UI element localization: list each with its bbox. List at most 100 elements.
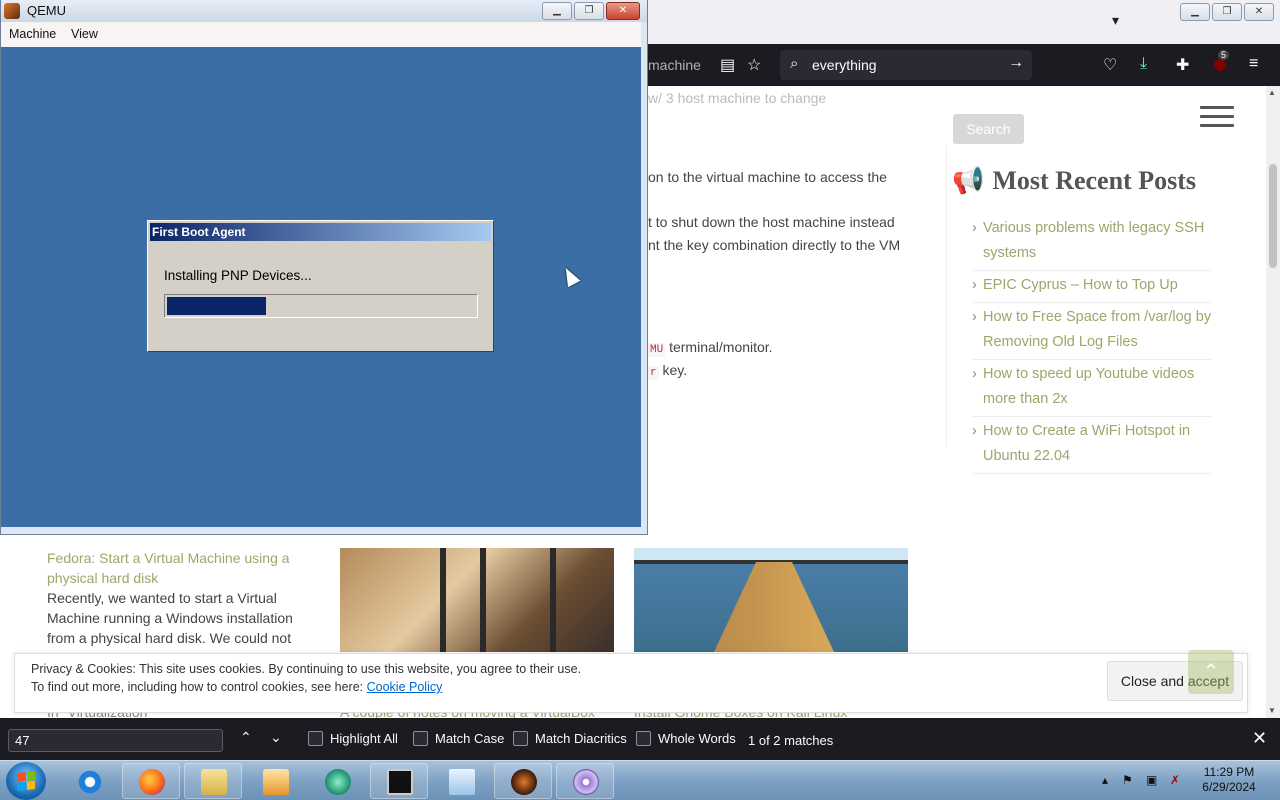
start-button[interactable]: [6, 762, 46, 800]
app-menu-icon[interactable]: ≡: [1249, 55, 1258, 73]
search-go-arrow-icon[interactable]: →: [1008, 54, 1024, 72]
taskbar: ▴ ⚑ ▣ ✗ 11:29 PM 6/29/2024: [0, 760, 1280, 800]
ublock-count-badge: 5: [1218, 50, 1230, 60]
vm-display[interactable]: First Boot Agent Installing PNP Devices.…: [1, 47, 641, 527]
recent-post-link[interactable]: Various problems with legacy SSH systems: [972, 214, 1212, 271]
related-post-excerpt: Recently, we wanted to start a Virtual M…: [47, 590, 293, 646]
volume-muted-icon[interactable]: ✗: [1170, 773, 1180, 787]
hamburger-menu-icon[interactable]: [1200, 106, 1234, 128]
page-scrollbar[interactable]: ▲ ▼: [1266, 86, 1280, 718]
inline-code: r: [648, 366, 659, 380]
match-diacritics-checkbox[interactable]: Match Diacritics: [513, 731, 627, 746]
checkbox-box[interactable]: [636, 731, 651, 746]
back-to-top-icon[interactable]: ⌃: [1188, 650, 1234, 694]
article-text: key.: [662, 362, 688, 378]
sidebar-divider: [946, 146, 947, 446]
checkbox-box[interactable]: [308, 731, 323, 746]
sidebar-search-button[interactable]: Search: [953, 114, 1024, 144]
find-status: 1 of 2 matches: [748, 733, 834, 748]
reader-view-icon[interactable]: ▤: [720, 55, 735, 75]
whole-words-checkbox[interactable]: Whole Words: [636, 731, 736, 746]
find-input[interactable]: 47: [8, 729, 223, 752]
clock-time: 11:29 PM: [1203, 765, 1255, 779]
firefox-taskbar-icon[interactable]: [122, 763, 180, 799]
cookie-policy-link[interactable]: Cookie Policy: [367, 680, 443, 694]
internet-explorer-taskbar-icon[interactable]: [60, 763, 118, 799]
notepad-taskbar-icon[interactable]: [432, 763, 490, 799]
file-explorer-taskbar-icon[interactable]: [184, 763, 242, 799]
qemu-restore-button[interactable]: ❐: [574, 2, 604, 20]
clock-date: 6/29/2024: [1202, 780, 1256, 794]
qemu-close-button[interactable]: ✕: [606, 2, 640, 20]
article-fragment: MU terminal/monitor.: [648, 339, 773, 357]
highlight-all-checkbox[interactable]: Highlight All: [308, 731, 398, 746]
qemu-window: QEMU ▁ ❐ ✕ Machine View First Boot Agent…: [0, 0, 648, 535]
restore-button[interactable]: ❐: [1212, 3, 1242, 21]
article-fragment: nt the key combination directly to the V…: [648, 237, 901, 253]
menu-view[interactable]: View: [71, 27, 98, 41]
qemu-minimize-button[interactable]: ▁: [542, 2, 572, 20]
extensions-icon[interactable]: ✚: [1176, 55, 1189, 75]
first-boot-agent-dialog: First Boot Agent Installing PNP Devices.…: [147, 220, 494, 352]
recent-post-link[interactable]: EPIC Cyprus – How to Top Up: [972, 271, 1212, 303]
url-bar[interactable]: machine: [648, 57, 701, 73]
inline-code: MU: [648, 343, 666, 357]
command-prompt-taskbar-icon[interactable]: [370, 763, 428, 799]
find-next-icon[interactable]: ⌄: [270, 729, 282, 746]
find-close-icon[interactable]: ✕: [1252, 728, 1267, 749]
tab-list-chevron-icon[interactable]: ▾: [1112, 12, 1119, 29]
recent-post-link[interactable]: How to Free Space from /var/log by Remov…: [972, 303, 1212, 360]
bookmark-star-icon[interactable]: ☆: [747, 55, 761, 75]
taskbar-clock[interactable]: 11:29 PM 6/29/2024: [1188, 765, 1270, 795]
related-post-title[interactable]: Fedora: Start a Virtual Machine using a …: [47, 548, 317, 588]
recent-post-link[interactable]: How to Create a WiFi Hotspot in Ubuntu 2…: [972, 417, 1212, 474]
qemu-menubar: Machine View: [1, 22, 641, 47]
cookie-banner: Privacy & Cookies: This site uses cookie…: [14, 653, 1248, 713]
find-previous-icon[interactable]: ⌃: [240, 729, 252, 746]
checkbox-box[interactable]: [513, 731, 528, 746]
article-text: terminal/monitor.: [669, 339, 773, 355]
scroll-down-arrow-icon[interactable]: ▼: [1268, 706, 1276, 715]
article-fragment: on to the virtual machine to access the: [648, 169, 887, 185]
pocket-icon[interactable]: ♡: [1103, 55, 1117, 75]
search-icon: ⌕: [790, 55, 799, 72]
recent-posts-list: Various problems with legacy SSH systems…: [972, 214, 1212, 474]
network-icon[interactable]: ▣: [1146, 773, 1157, 787]
recent-post-link[interactable]: How to speed up Youtube videos more than…: [972, 360, 1212, 417]
search-input[interactable]: everything: [812, 57, 877, 73]
mouse-pointer-icon: [559, 264, 581, 288]
dialog-title: First Boot Agent: [150, 223, 491, 241]
find-bar: 47 ⌃ ⌄ Highlight All Match Case Match Di…: [0, 718, 1280, 760]
cookie-text: To find out more, including how to contr…: [31, 680, 443, 694]
article-fragment-top: w/ 3 host machine to change: [648, 90, 827, 106]
scrollbar-thumb[interactable]: [1269, 164, 1277, 268]
qemu-taskbar-icon[interactable]: [494, 763, 552, 799]
disc-taskbar-icon[interactable]: [556, 763, 614, 799]
media-player-taskbar-icon[interactable]: [246, 763, 304, 799]
recent-posts-heading: 📢 Most Recent Posts: [952, 166, 1196, 195]
firefox-window-controls: ▁ ❐ ✕: [1180, 3, 1274, 21]
minimize-button[interactable]: ▁: [1180, 3, 1210, 21]
squirrel-thumbnail[interactable]: [340, 548, 614, 652]
qemu-app-icon: [4, 3, 20, 19]
match-case-checkbox[interactable]: Match Case: [413, 731, 504, 746]
show-hidden-icons-icon[interactable]: ▴: [1102, 773, 1108, 787]
close-button[interactable]: ✕: [1244, 3, 1274, 21]
article-fragment: r key.: [648, 362, 688, 380]
action-center-flag-icon[interactable]: ⚑: [1122, 773, 1133, 787]
megaphone-icon: 📢: [952, 166, 985, 195]
checkbox-box[interactable]: [413, 731, 428, 746]
progress-fill: [167, 297, 266, 315]
cookie-text: Privacy & Cookies: This site uses cookie…: [31, 662, 582, 676]
search-bar[interactable]: ⌕ everything →: [780, 50, 1032, 80]
app-taskbar-icon[interactable]: [308, 763, 366, 799]
dialog-message: Installing PNP Devices...: [164, 268, 312, 283]
scroll-up-arrow-icon[interactable]: ▲: [1268, 88, 1276, 97]
menu-machine[interactable]: Machine: [9, 27, 56, 41]
pier-thumbnail[interactable]: [634, 548, 908, 652]
qemu-window-controls: ▁ ❐ ✕: [542, 2, 640, 20]
qemu-titlebar[interactable]: QEMU ▁ ❐ ✕: [1, 0, 647, 22]
install-progress-bar: [164, 294, 478, 318]
downloads-icon[interactable]: ⤓: [1140, 55, 1147, 73]
windows-logo-icon: [17, 771, 35, 791]
